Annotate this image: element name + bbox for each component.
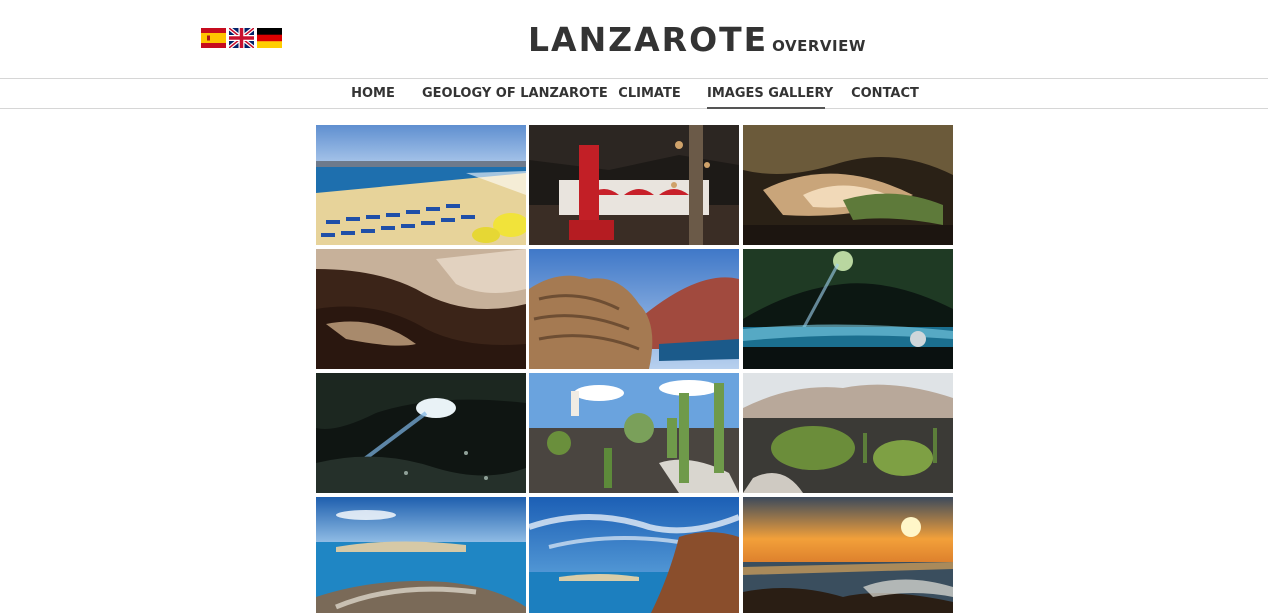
site-subtitle: OVERVIEW <box>772 37 866 55</box>
gallery-image-island-view-wall[interactable] <box>316 497 526 613</box>
gallery-image-cactus-garden-mountains[interactable] <box>743 373 953 493</box>
site-title: LANZAROTE <box>528 20 769 59</box>
nav-item-images-gallery[interactable]: IMAGES GALLERY <box>707 79 833 109</box>
gallery-image-eroded-rock-volcano[interactable] <box>529 249 739 369</box>
site-logo[interactable]: LANZAROTE OVERVIEW <box>528 20 866 59</box>
german-flag-icon[interactable] <box>257 28 282 48</box>
nav-item-contact[interactable]: CONTACT <box>849 79 921 109</box>
nav-item-climate[interactable]: CLIMATE <box>616 79 683 109</box>
gallery-image-lava-cave-lit[interactable] <box>743 125 953 245</box>
site-header: LANZAROTE OVERVIEW <box>0 0 1268 78</box>
gallery-image-beach-umbrellas[interactable] <box>316 125 526 245</box>
main-navigation: HOME GEOLOGY OF LANZAROTE CLIMATE IMAGES… <box>0 78 1268 109</box>
uk-flag-icon[interactable] <box>227 26 256 50</box>
nav-item-home[interactable]: HOME <box>348 79 398 109</box>
gallery-image-cave-red-interior[interactable] <box>529 125 739 245</box>
image-gallery <box>316 125 954 613</box>
gallery-image-cactus-garden-windmill[interactable] <box>529 373 739 493</box>
gallery-image-sunset-coast[interactable] <box>743 497 953 613</box>
gallery-image-cliff-ocean-view[interactable] <box>529 497 739 613</box>
language-switcher <box>201 26 282 50</box>
gallery-image-cave-light-shaft[interactable] <box>316 373 526 493</box>
spanish-flag-icon[interactable] <box>201 28 226 48</box>
gallery-image-jameos-del-agua-lake[interactable] <box>743 249 953 369</box>
gallery-image-lava-tube-rock[interactable] <box>316 249 526 369</box>
nav-item-geology[interactable]: GEOLOGY OF LANZAROTE <box>422 79 608 109</box>
